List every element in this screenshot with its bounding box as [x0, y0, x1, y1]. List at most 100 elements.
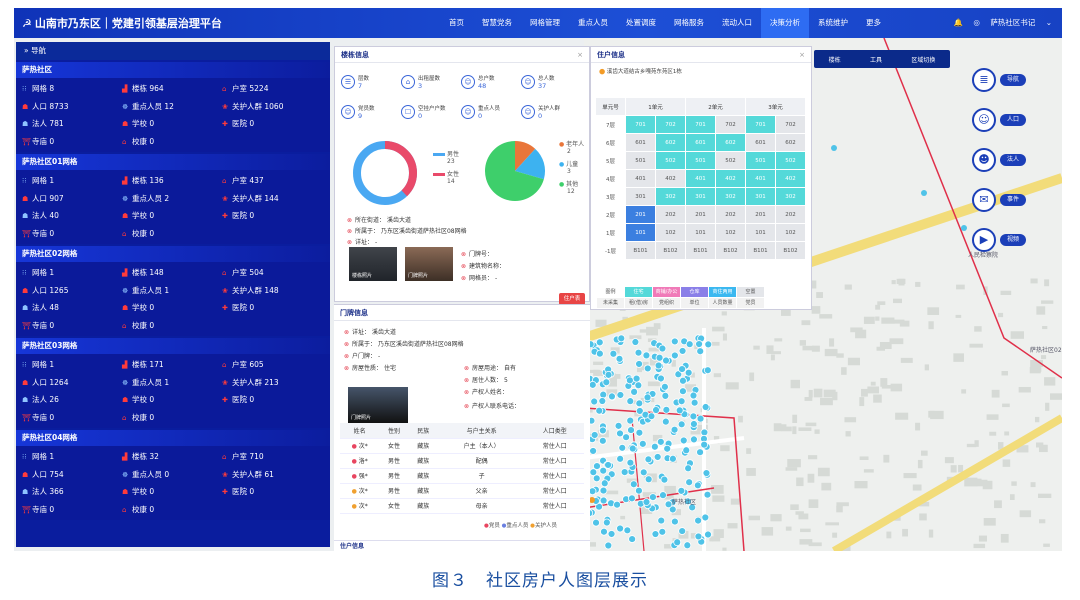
- room-cell[interactable]: B102: [655, 241, 686, 260]
- room-cell[interactable]: B102: [715, 241, 746, 260]
- grid-cell-title[interactable]: 萨热社区02网格: [16, 246, 330, 262]
- type-legend-item-2[interactable]: 租(借)房: [625, 298, 652, 308]
- room-cell[interactable]: 502: [655, 151, 686, 170]
- stat-item[interactable]: ⛩寺庙 0: [22, 228, 122, 239]
- stat-item[interactable]: ☗ 人口 907: [22, 193, 122, 204]
- stat-item[interactable]: ✚ 医院 0: [222, 486, 322, 497]
- room-cell[interactable]: 702: [775, 115, 806, 134]
- room-cell[interactable]: 202: [775, 205, 806, 224]
- room-cell[interactable]: 502: [775, 151, 806, 170]
- room-cell[interactable]: 102: [775, 223, 806, 242]
- stat-item[interactable]: ☗ 法人 40: [22, 210, 122, 221]
- table-row[interactable]: ● 次* 女性 藏族 母亲 常住人口: [340, 498, 584, 514]
- room-cell[interactable]: 302: [715, 187, 746, 206]
- stat-item[interactable]: ☗ 法人 48: [22, 302, 122, 313]
- close-icon[interactable]: ×: [799, 47, 805, 63]
- room-cell[interactable]: 501: [745, 151, 776, 170]
- stat-item[interactable]: ☗ 人口 1265: [22, 285, 122, 296]
- room-cell[interactable]: 401: [625, 169, 656, 188]
- room-cell[interactable]: 701: [625, 115, 656, 134]
- toolbar-building[interactable]: 楼栋: [829, 55, 841, 64]
- stat-item[interactable]: ⌂ 户室 504: [222, 267, 322, 278]
- stat-item[interactable]: ⌂ 户室 5224: [222, 83, 322, 94]
- toolbar-region-switch[interactable]: 区域切换: [911, 55, 935, 64]
- stat-item[interactable]: ✚ 医院 0: [222, 394, 322, 405]
- stat-item[interactable]: ☗ 人口 8733: [22, 101, 122, 112]
- room-cell[interactable]: 201: [685, 205, 716, 224]
- room-cell[interactable]: 202: [655, 205, 686, 224]
- room-cell[interactable]: 101: [745, 223, 776, 242]
- stat-item[interactable]: ☗ 人口 1264: [22, 377, 122, 388]
- stat-item[interactable]: ❀ 关护人群 144: [222, 193, 322, 204]
- chevron-down-icon[interactable]: ⌄: [1046, 18, 1052, 27]
- side-button-1[interactable]: ☺ 人口: [972, 108, 1028, 132]
- type-legend-item-2[interactable]: 未采集: [597, 298, 624, 308]
- room-cell[interactable]: 102: [715, 223, 746, 242]
- room-cell[interactable]: B101: [745, 241, 776, 260]
- side-button-3[interactable]: ✉ 事件: [972, 188, 1028, 212]
- stat-item[interactable]: ☸ 重点人员 1: [122, 377, 222, 388]
- room-cell[interactable]: B101: [625, 241, 656, 260]
- stat-item[interactable]: ⁝⁝ 网格 1: [22, 451, 122, 462]
- side-button-0[interactable]: ≣ 导航: [972, 68, 1028, 92]
- side-button-4[interactable]: ▶ 视频: [972, 228, 1028, 252]
- stat-item[interactable]: ⁝⁝ 网格 1: [22, 267, 122, 278]
- stat-item[interactable]: ☗ 法人 26: [22, 394, 122, 405]
- stat-item[interactable]: ▟ 楼栋 32: [122, 451, 222, 462]
- door-photo-large[interactable]: 门牌照片: [348, 387, 408, 423]
- stat-item[interactable]: ☗ 学校 0: [122, 118, 222, 129]
- stat-item[interactable]: ✚ 医院 0: [222, 302, 322, 313]
- type-legend-item[interactable]: 住宅: [625, 287, 652, 297]
- type-legend-item[interactable]: 图例: [597, 287, 624, 297]
- side-button-2[interactable]: ☻ 法人: [972, 148, 1028, 172]
- stat-item[interactable]: ✚ 医院 0: [222, 118, 322, 129]
- stat-item[interactable]: ⛩寺庙 0: [22, 136, 122, 147]
- stat-item[interactable]: ✚ 医院 0: [222, 210, 322, 221]
- stat-item[interactable]: ⛩寺庙 0: [22, 320, 122, 331]
- grid-cell-title[interactable]: 萨热社区04网格: [16, 430, 330, 446]
- room-cell[interactable]: 601: [625, 133, 656, 152]
- room-cell[interactable]: 401: [685, 169, 716, 188]
- nav-item-7[interactable]: 决策分析: [761, 8, 809, 38]
- stat-item[interactable]: ⁝⁝ 网格 1: [22, 359, 122, 370]
- nav-item-1[interactable]: 智慧党务: [473, 8, 521, 38]
- nav-item-8[interactable]: 系统维护: [809, 8, 857, 38]
- stat-item[interactable]: ☸ 重点人员 1: [122, 285, 222, 296]
- close-icon[interactable]: ×: [577, 47, 583, 63]
- stat-item[interactable]: ❀ 关护人群 148: [222, 285, 322, 296]
- stat-item[interactable]: ▟ 楼栋 148: [122, 267, 222, 278]
- room-cell[interactable]: 601: [745, 133, 776, 152]
- stat-item[interactable]: ⌂ 校康 0: [122, 412, 222, 423]
- room-cell[interactable]: 602: [775, 133, 806, 152]
- grid-cell-title[interactable]: 萨热社区03网格: [16, 338, 330, 354]
- stat-item[interactable]: ⌂ 校康 0: [122, 320, 222, 331]
- room-cell[interactable]: 702: [715, 115, 746, 134]
- stat-item[interactable]: ⌂ 户室 710: [222, 451, 322, 462]
- nav-item-5[interactable]: 网格服务: [665, 8, 713, 38]
- room-cell[interactable]: 201: [745, 205, 776, 224]
- stat-item[interactable]: ⌂ 校康 0: [122, 228, 222, 239]
- type-legend-item[interactable]: 商铺/办公: [653, 287, 680, 297]
- room-cell[interactable]: B102: [775, 241, 806, 260]
- type-legend-item-2[interactable]: 单位: [681, 298, 708, 308]
- bell-icon[interactable]: 🔔: [954, 18, 963, 27]
- stat-item[interactable]: ☗ 学校 0: [122, 486, 222, 497]
- stat-item[interactable]: ⌂ 校康 0: [122, 136, 222, 147]
- room-cell[interactable]: 301: [685, 187, 716, 206]
- table-row[interactable]: ● 次* 女性 藏族 户主（本人） 常住人口: [340, 438, 584, 454]
- stat-item[interactable]: ☸ 重点人员 0: [122, 469, 222, 480]
- stat-item[interactable]: ⁝⁝ 网格 1: [22, 175, 122, 186]
- room-cell[interactable]: 602: [655, 133, 686, 152]
- stat-item[interactable]: ☗ 学校 0: [122, 210, 222, 221]
- stat-item[interactable]: ⛩寺庙 0: [22, 412, 122, 423]
- room-cell[interactable]: 201: [625, 205, 656, 224]
- room-cell[interactable]: 402: [655, 169, 686, 188]
- room-cell[interactable]: 202: [715, 205, 746, 224]
- user-icon[interactable]: ◎: [973, 18, 980, 27]
- room-cell[interactable]: 101: [625, 223, 656, 242]
- door-photo[interactable]: 门牌照片: [405, 247, 453, 281]
- type-legend-item[interactable]: 空置: [737, 287, 764, 297]
- table-row[interactable]: ● 强* 男性 藏族 子 常住人口: [340, 468, 584, 484]
- room-cell[interactable]: 402: [775, 169, 806, 188]
- room-cell[interactable]: 502: [715, 151, 746, 170]
